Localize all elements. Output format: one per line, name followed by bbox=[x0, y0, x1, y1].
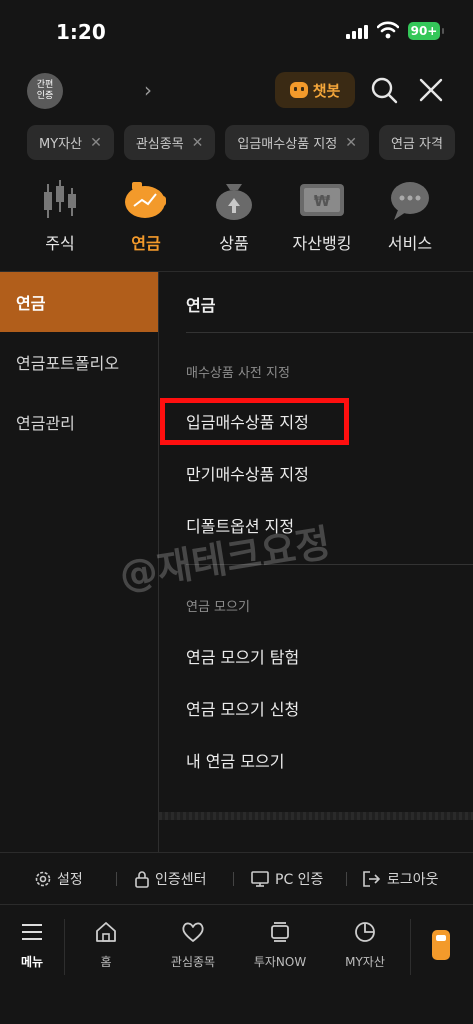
tab-label: 투자NOW bbox=[253, 955, 307, 969]
gear-icon bbox=[35, 871, 51, 887]
settings-button[interactable]: 설정 bbox=[34, 869, 83, 889]
home-icon bbox=[96, 922, 116, 942]
menu-link-my-pension[interactable]: 내 연금 모으기 bbox=[186, 748, 285, 772]
util-label: 인증센터 bbox=[155, 872, 207, 888]
util-label: 로그아웃 bbox=[387, 872, 439, 888]
wallet-shortcut-icon[interactable] bbox=[432, 930, 450, 960]
left-nav-item-pension[interactable]: 연금 bbox=[0, 272, 158, 332]
chip-label: 관심종목 bbox=[135, 137, 184, 152]
close-icon[interactable] bbox=[415, 74, 447, 106]
tab-invest-now[interactable]: 투자NOW bbox=[240, 919, 320, 970]
divider bbox=[116, 872, 117, 886]
left-nav-label: 연금 bbox=[16, 294, 46, 313]
lock-icon bbox=[135, 871, 149, 888]
monitor-icon bbox=[251, 871, 269, 887]
category-pension[interactable]: 연금 bbox=[103, 178, 189, 254]
simple-auth-badge[interactable]: 간편 인증 bbox=[27, 73, 63, 109]
tab-home[interactable]: 홈 bbox=[66, 919, 146, 970]
section-label: 매수상품 사전 지정 bbox=[186, 366, 290, 381]
stack-icon bbox=[271, 922, 289, 942]
chip-deposit-purchase[interactable]: 입금매수상품 지정 ✕ bbox=[225, 125, 369, 160]
divider bbox=[410, 919, 411, 975]
menu-link-maturity-purchase[interactable]: 만기매수상품 지정 bbox=[186, 461, 309, 485]
utility-bar: 설정 인증센터 PC 인증 로그아웃 bbox=[0, 852, 473, 904]
util-label: PC 인증 bbox=[275, 872, 324, 888]
pc-auth-button[interactable]: PC 인증 bbox=[250, 869, 323, 889]
tab-watchlist[interactable]: 관심종목 bbox=[153, 919, 233, 970]
chatbot-label: 챗봇 bbox=[312, 81, 341, 100]
left-nav-label: 연금포트폴리오 bbox=[16, 354, 120, 373]
category-label: 연금 bbox=[131, 234, 161, 253]
divider bbox=[159, 812, 473, 820]
auth-center-button[interactable]: 인증센터 bbox=[134, 869, 207, 889]
recent-menu-chips: MY자산 ✕ 관심종목 ✕ 입금매수상품 지정 ✕ 연금 자격 bbox=[27, 125, 473, 160]
status-bar: 1:20 90+ bbox=[0, 0, 473, 62]
logout-icon bbox=[363, 871, 381, 887]
close-icon[interactable]: ✕ bbox=[192, 135, 204, 151]
money-bag-icon bbox=[216, 184, 252, 220]
category-label: 서비스 bbox=[387, 234, 433, 253]
wifi-icon bbox=[377, 21, 399, 39]
menu-link-pension-explore[interactable]: 연금 모으기 탐험 bbox=[186, 644, 299, 668]
category-label: 주식 bbox=[45, 234, 75, 253]
category-services[interactable]: 서비스 bbox=[367, 178, 453, 254]
robot-icon bbox=[289, 82, 308, 98]
chat-bubble-icon bbox=[391, 182, 429, 220]
category-label: 상품 bbox=[219, 234, 249, 253]
submenu-panel: 연금 매수상품 사전 지정 입금매수상품 지정 만기매수상품 지정 디폴트옵션 … bbox=[159, 272, 473, 852]
section-label: 연금 모으기 bbox=[186, 600, 250, 615]
chip-pension-qualification[interactable]: 연금 자격 bbox=[378, 125, 455, 160]
menu-link-default-option[interactable]: 디폴트옵션 지정 bbox=[186, 513, 294, 537]
left-nav-item-pension-portfolio[interactable]: 연금포트폴리오 bbox=[0, 332, 158, 392]
divider bbox=[64, 919, 65, 975]
tab-label: MY자산 bbox=[345, 955, 385, 969]
tab-my-assets[interactable]: MY자산 bbox=[325, 919, 405, 970]
heart-icon bbox=[182, 922, 204, 942]
status-time: 1:20 bbox=[56, 20, 106, 44]
chip-watchlist[interactable]: 관심종목 ✕ bbox=[123, 125, 216, 160]
highlight-box bbox=[160, 398, 349, 445]
chip-label: 입금매수상품 지정 bbox=[237, 137, 338, 152]
left-nav-item-pension-management[interactable]: 연금관리 bbox=[0, 392, 158, 452]
menu-icon bbox=[22, 924, 42, 940]
battery-indicator: 90+ bbox=[408, 22, 444, 40]
menu-link-pension-apply[interactable]: 연금 모으기 신청 bbox=[186, 696, 299, 720]
divider bbox=[346, 872, 347, 886]
divider bbox=[186, 332, 473, 333]
svg-text:₩: ₩ bbox=[314, 192, 331, 210]
signal-icon bbox=[346, 24, 368, 39]
category-products[interactable]: 상품 bbox=[191, 178, 277, 254]
chevron-right-icon[interactable]: › bbox=[144, 78, 152, 102]
tab-label: 홈 bbox=[100, 955, 112, 969]
tab-label: 관심종목 bbox=[170, 955, 216, 969]
category-asset-banking[interactable]: ₩ 자산뱅킹 bbox=[279, 178, 365, 254]
category-stock[interactable]: 주식 bbox=[17, 178, 103, 254]
search-icon[interactable] bbox=[368, 74, 400, 106]
panel-title: 연금 bbox=[186, 296, 216, 315]
won-card-icon: ₩ bbox=[300, 184, 344, 216]
close-icon[interactable]: ✕ bbox=[90, 135, 102, 151]
divider bbox=[233, 872, 234, 886]
left-nav: 연금 연금포트폴리오 연금관리 bbox=[0, 272, 158, 852]
category-row: 주식 연금 상품 ₩ 자산뱅킹 서비스 bbox=[0, 178, 473, 258]
category-label: 자산뱅킹 bbox=[292, 234, 352, 253]
left-nav-label: 연금관리 bbox=[16, 414, 75, 433]
close-icon[interactable]: ✕ bbox=[345, 135, 357, 151]
chip-label: 연금 자격 bbox=[390, 137, 443, 152]
auth-badge-label: 간편 인증 bbox=[36, 80, 54, 101]
bottom-tab-bar: 메뉴 홈 관심종목 투자NOW MY자산 bbox=[0, 904, 473, 1024]
candlestick-icon bbox=[44, 180, 76, 218]
chip-label: MY자산 bbox=[39, 137, 83, 152]
piggy-bank-icon bbox=[125, 182, 166, 218]
top-bar: 간편 인증 › 챗봇 bbox=[0, 68, 473, 112]
divider bbox=[186, 564, 473, 565]
util-label: 설정 bbox=[57, 872, 83, 888]
pie-chart-icon bbox=[355, 922, 375, 942]
chatbot-button[interactable]: 챗봇 bbox=[275, 72, 355, 108]
logout-button[interactable]: 로그아웃 bbox=[362, 869, 439, 889]
tab-menu[interactable]: 메뉴 bbox=[0, 919, 72, 970]
chip-my-assets[interactable]: MY자산 ✕ bbox=[27, 125, 114, 160]
tab-label: 메뉴 bbox=[20, 955, 44, 969]
